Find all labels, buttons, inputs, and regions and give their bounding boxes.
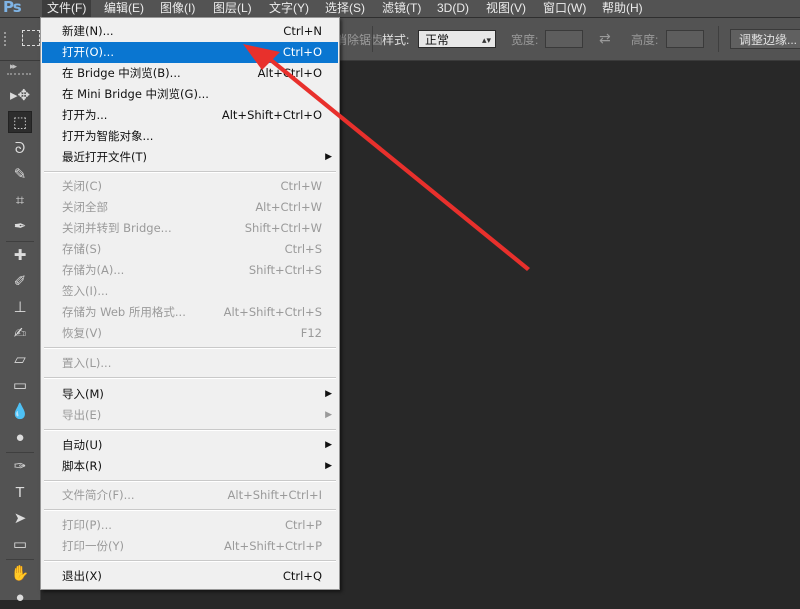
height-input[interactable] xyxy=(666,30,704,48)
menu-item-close-go-bridge: 关闭并转到 Bridge... Shift+Ctrl+W xyxy=(62,221,322,235)
marquee-preset-icon[interactable] xyxy=(22,30,40,46)
menu-separator xyxy=(44,171,336,173)
eyedropper-icon[interactable]: ✒ xyxy=(8,216,32,238)
style-select-value: 正常 xyxy=(425,33,450,47)
move-tool-icon[interactable]: ▸✥ xyxy=(8,85,32,107)
photoshop-logo: Ps xyxy=(3,0,22,16)
brush-icon[interactable]: ✐ xyxy=(8,271,32,293)
menu-item-place: 置入(L)... xyxy=(62,356,112,370)
toolbox-divider xyxy=(6,241,34,242)
menu-item-export: 导出(E) ▶ xyxy=(42,405,338,426)
menu-help[interactable]: 帮助(H) xyxy=(597,0,648,17)
anti-alias-label[interactable]: 消除锯齿 xyxy=(335,31,383,48)
collapse-toolbox-icon[interactable]: ▸▸ xyxy=(10,61,17,72)
menu-layer[interactable]: 图层(L) xyxy=(208,0,257,17)
options-bar-grip[interactable] xyxy=(4,32,14,46)
menu-separator xyxy=(44,347,336,349)
toolbox-divider xyxy=(6,452,34,453)
menu-item-print-one-copy: 打印一份(Y) Alt+Shift+Ctrl+P xyxy=(62,539,322,553)
menu-edit[interactable]: 编辑(E) xyxy=(99,0,149,17)
menu-filter[interactable]: 滤镜(T) xyxy=(377,0,426,17)
menu-item-close: 关闭(C) Ctrl+W xyxy=(62,179,322,193)
menu-item-check-in: 签入(I)... xyxy=(62,284,109,298)
style-select[interactable]: 正常 ▴▾ xyxy=(418,30,496,48)
toolbox: ▸▸ ▸✥ ⬚ ᘐ ✎ ⌗ ✒ ✚ ✐ ⊥ ✍ ▱ ▭ 💧 ● ✑ T ➤ ▭ … xyxy=(0,61,41,606)
type-icon[interactable]: T xyxy=(8,482,32,504)
menu-separator xyxy=(44,429,336,431)
dodge-icon[interactable]: ● xyxy=(8,427,32,449)
path-selection-icon[interactable]: ➤ xyxy=(8,508,32,530)
rectangle-shape-icon[interactable]: ▭ xyxy=(8,534,32,556)
menu-view[interactable]: 视图(V) xyxy=(481,0,531,17)
blur-icon[interactable]: 💧 xyxy=(8,401,32,423)
hand-icon[interactable]: ✋ xyxy=(8,563,32,585)
menu-item-exit[interactable]: 退出(X) Ctrl+Q xyxy=(42,566,338,587)
submenu-arrow-icon: ▶ xyxy=(325,461,332,471)
width-label: 宽度: xyxy=(511,33,539,47)
menu-item-save-as: 存储为(A)... Shift+Ctrl+S xyxy=(62,263,322,277)
menu-image[interactable]: 图像(I) xyxy=(155,0,200,17)
menu-separator xyxy=(44,377,336,379)
menu-item-open-as-smart-object[interactable]: 打开为智能对象... xyxy=(42,126,338,147)
menu-bar: Ps 文件(F) 编辑(E) 图像(I) 图层(L) 文字(Y) 选择(S) 滤… xyxy=(0,0,800,18)
submenu-arrow-icon: ▶ xyxy=(325,152,332,162)
width-input[interactable] xyxy=(545,30,583,48)
menu-separator xyxy=(44,560,336,562)
menu-item-close-all: 关闭全部 Alt+Ctrl+W xyxy=(62,200,322,214)
menu-item-browse-mini-bridge[interactable]: 在 Mini Bridge 中浏览(G)... xyxy=(42,84,338,105)
quick-selection-icon[interactable]: ✎ xyxy=(8,164,32,186)
menu-3d[interactable]: 3D(D) xyxy=(432,0,474,17)
crop-icon[interactable]: ⌗ xyxy=(8,190,32,212)
menu-item-open[interactable]: 打开(O)... Ctrl+O xyxy=(42,42,338,63)
lasso-icon[interactable]: ᘐ xyxy=(8,138,32,160)
menu-item-open-as[interactable]: 打开为... Alt+Shift+Ctrl+O xyxy=(42,105,338,126)
menu-item-open-recent[interactable]: 最近打开文件(T) ▶ xyxy=(42,147,338,168)
menu-item-import[interactable]: 导入(M) ▶ xyxy=(42,384,338,405)
menu-select[interactable]: 选择(S) xyxy=(320,0,370,17)
menu-item-file-info: 文件简介(F)... Alt+Shift+Ctrl+I xyxy=(62,488,322,502)
submenu-arrow-icon: ▶ xyxy=(325,410,332,420)
height-label: 高度: xyxy=(631,33,659,47)
options-divider xyxy=(372,26,373,52)
submenu-arrow-icon: ▶ xyxy=(325,440,332,450)
submenu-arrow-icon: ▶ xyxy=(325,389,332,399)
refine-edge-button[interactable]: 调整边缘... xyxy=(730,29,800,49)
menu-item-revert: 恢复(V) F12 xyxy=(62,326,322,340)
menu-item-automate[interactable]: 自动(U) ▶ xyxy=(42,435,338,456)
swap-arrows-icon[interactable]: ⇄ xyxy=(599,30,611,47)
rectangular-marquee-icon[interactable]: ⬚ xyxy=(8,111,32,133)
toolbox-divider xyxy=(6,559,34,560)
menu-item-scripts[interactable]: 脚本(R) ▶ xyxy=(42,456,338,477)
clone-stamp-icon[interactable]: ⊥ xyxy=(8,297,32,319)
healing-brush-icon[interactable]: ✚ xyxy=(8,245,32,267)
history-brush-icon[interactable]: ✍ xyxy=(8,323,32,345)
eraser-icon[interactable]: ▱ xyxy=(8,349,32,371)
file-menu-dropdown: 新建(N)... Ctrl+N 打开(O)... Ctrl+O 在 Bridge… xyxy=(40,17,340,590)
menu-separator xyxy=(44,480,336,482)
menu-item-save-for-web: 存储为 Web 所用格式... Alt+Shift+Ctrl+S xyxy=(62,305,322,319)
style-label: 样式: xyxy=(382,33,410,47)
menu-item-print: 打印(P)... Ctrl+P xyxy=(62,518,322,532)
menu-type[interactable]: 文字(Y) xyxy=(264,0,314,17)
menu-window[interactable]: 窗口(W) xyxy=(538,0,591,17)
menu-item-browse-bridge[interactable]: 在 Bridge 中浏览(B)... Alt+Ctrl+O xyxy=(42,63,338,84)
menu-file[interactable]: 文件(F) xyxy=(42,0,92,17)
toolbox-grip[interactable] xyxy=(7,73,31,77)
options-divider xyxy=(718,26,719,52)
zoom-icon[interactable]: ● xyxy=(8,587,32,609)
gradient-icon[interactable]: ▭ xyxy=(8,375,32,397)
menu-item-save: 存储(S) Ctrl+S xyxy=(62,242,322,256)
pen-icon[interactable]: ✑ xyxy=(8,456,32,478)
chevron-updown-icon: ▴▾ xyxy=(481,35,491,45)
menu-separator xyxy=(44,509,336,511)
menu-item-new[interactable]: 新建(N)... Ctrl+N xyxy=(42,21,338,42)
